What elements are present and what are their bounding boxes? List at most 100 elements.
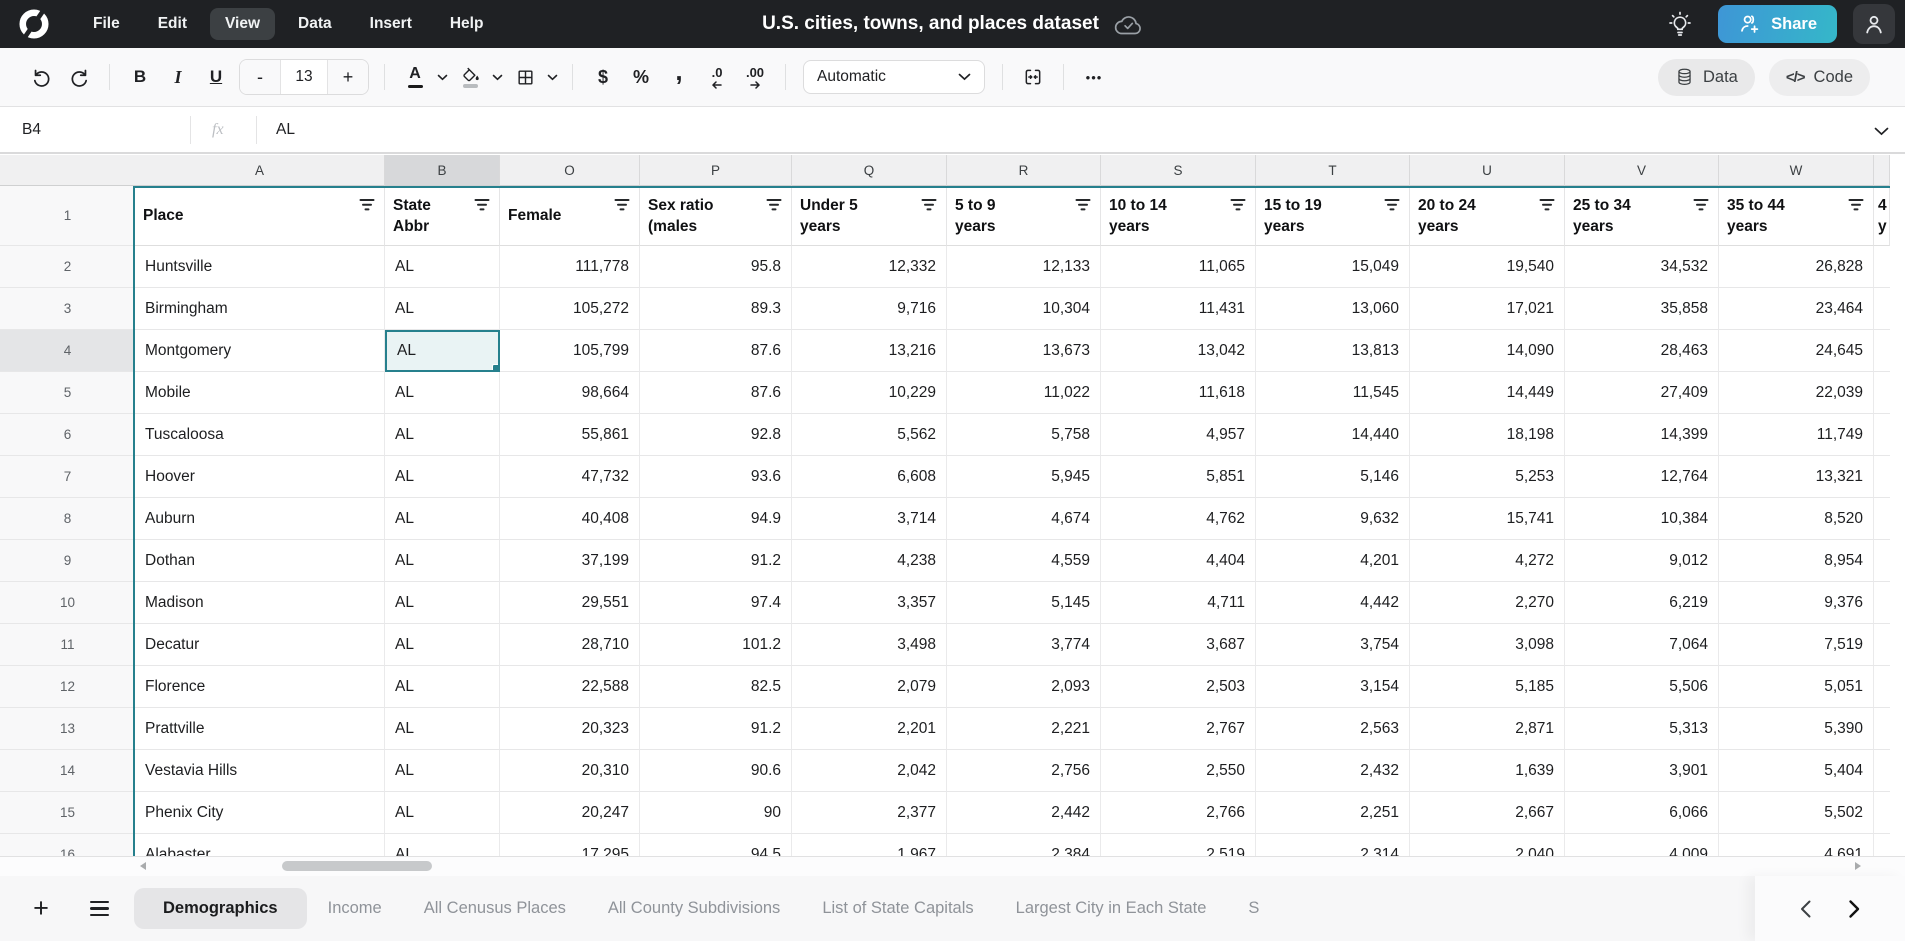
row-number-8[interactable]: 8 bbox=[0, 498, 135, 540]
cell[interactable]: 2,503 bbox=[1101, 666, 1256, 708]
cell[interactable]: 47,732 bbox=[500, 456, 640, 498]
cell[interactable]: 14,440 bbox=[1256, 414, 1410, 456]
column-header-sex-ratio[interactable]: Sex ratio(males bbox=[640, 188, 792, 246]
column-header-place[interactable]: Place bbox=[135, 188, 385, 246]
cell[interactable]: 9,012 bbox=[1565, 540, 1719, 582]
cell[interactable]: Montgomery bbox=[135, 330, 385, 372]
cell[interactable]: Madison bbox=[135, 582, 385, 624]
cell[interactable]: AL bbox=[385, 582, 500, 624]
cell[interactable]: 24,645 bbox=[1719, 330, 1874, 372]
cell[interactable]: 20,247 bbox=[500, 792, 640, 834]
font-size-value[interactable]: 13 bbox=[280, 60, 328, 94]
tabs-scroll-right-icon[interactable] bbox=[1848, 899, 1861, 919]
menu-item-insert[interactable]: Insert bbox=[355, 8, 427, 40]
cell[interactable]: 11,618 bbox=[1101, 372, 1256, 414]
cell[interactable]: 3,154 bbox=[1256, 666, 1410, 708]
horizontal-scrollbar[interactable] bbox=[0, 856, 1905, 876]
menu-item-data[interactable]: Data bbox=[283, 8, 347, 40]
sheet-tab-s[interactable]: S bbox=[1227, 888, 1280, 929]
cell[interactable]: 105,799 bbox=[500, 330, 640, 372]
sheet-tab-largest-city-in-each-state[interactable]: Largest City in Each State bbox=[995, 888, 1228, 929]
cell[interactable]: 20,310 bbox=[500, 750, 640, 792]
increase-decimal-button[interactable]: .00 bbox=[736, 59, 774, 95]
cell[interactable]: 97.4 bbox=[640, 582, 792, 624]
cell[interactable]: 5,506 bbox=[1565, 666, 1719, 708]
filter-icon[interactable] bbox=[1848, 197, 1864, 217]
row-number-7[interactable]: 7 bbox=[0, 456, 135, 498]
cell[interactable]: 9,376 bbox=[1719, 582, 1874, 624]
row-number-16[interactable]: 16 bbox=[0, 834, 135, 856]
cell[interactable]: 10,384 bbox=[1565, 498, 1719, 540]
cell[interactable]: 1,967 bbox=[792, 834, 947, 856]
cell[interactable]: Decatur bbox=[135, 624, 385, 666]
cell[interactable]: 40,408 bbox=[500, 498, 640, 540]
cell[interactable]: 23,464 bbox=[1719, 288, 1874, 330]
cell[interactable]: 89.3 bbox=[640, 288, 792, 330]
sheet-tab-all-cenusus-places[interactable]: All Cenusus Places bbox=[403, 888, 587, 929]
cell[interactable]: AL bbox=[385, 540, 500, 582]
decrease-decimal-button[interactable]: .0 bbox=[698, 59, 736, 95]
column-header-35-to-44[interactable]: 35 to 44years bbox=[1719, 188, 1874, 246]
cell[interactable]: 3,687 bbox=[1101, 624, 1256, 666]
share-button[interactable]: Share bbox=[1718, 5, 1837, 43]
cell[interactable]: 2,871 bbox=[1410, 708, 1565, 750]
comma-format-button[interactable]: , bbox=[660, 59, 698, 95]
cell[interactable]: 28,463 bbox=[1565, 330, 1719, 372]
cell[interactable]: AL bbox=[385, 372, 500, 414]
cell[interactable]: 4,404 bbox=[1101, 540, 1256, 582]
cell[interactable]: 5,851 bbox=[1101, 456, 1256, 498]
filter-icon[interactable] bbox=[1384, 197, 1400, 217]
filter-icon[interactable] bbox=[1075, 197, 1091, 217]
sheet-tab-list-of-state-capitals[interactable]: List of State Capitals bbox=[801, 888, 994, 929]
cell[interactable]: 2,756 bbox=[947, 750, 1101, 792]
cell[interactable]: AL bbox=[385, 666, 500, 708]
row-number-9[interactable]: 9 bbox=[0, 540, 135, 582]
cell[interactable]: 5,145 bbox=[947, 582, 1101, 624]
cell[interactable]: 5,313 bbox=[1565, 708, 1719, 750]
row-number-10[interactable]: 10 bbox=[0, 582, 135, 624]
cell[interactable]: 5,051 bbox=[1719, 666, 1874, 708]
cell[interactable]: 15,741 bbox=[1410, 498, 1565, 540]
cell[interactable]: 15,049 bbox=[1256, 246, 1410, 288]
cell[interactable]: 4,559 bbox=[947, 540, 1101, 582]
cell[interactable]: Hoover bbox=[135, 456, 385, 498]
row-number-4[interactable]: 4 bbox=[0, 330, 135, 372]
cell[interactable]: Prattville bbox=[135, 708, 385, 750]
cell[interactable]: 5,945 bbox=[947, 456, 1101, 498]
menu-item-view[interactable]: View bbox=[210, 8, 275, 40]
cell[interactable]: 4,009 bbox=[1565, 834, 1719, 856]
avatar-button[interactable] bbox=[1853, 4, 1895, 44]
column-header-15-to-19[interactable]: 15 to 19years bbox=[1256, 188, 1410, 246]
cell[interactable]: 95.8 bbox=[640, 246, 792, 288]
cell[interactable]: Tuscaloosa bbox=[135, 414, 385, 456]
cell[interactable]: 4,272 bbox=[1410, 540, 1565, 582]
cell[interactable]: 6,066 bbox=[1565, 792, 1719, 834]
borders-button[interactable] bbox=[506, 59, 544, 95]
cell[interactable]: Huntsville bbox=[135, 246, 385, 288]
column-header-female[interactable]: Female bbox=[500, 188, 640, 246]
sheet-tab-all-county-subdivisions[interactable]: All County Subdivisions bbox=[587, 888, 801, 929]
cell[interactable]: 5,390 bbox=[1719, 708, 1874, 750]
cell[interactable]: 4,762 bbox=[1101, 498, 1256, 540]
cell[interactable]: 2,201 bbox=[792, 708, 947, 750]
cell[interactable]: 37,199 bbox=[500, 540, 640, 582]
font-size-increase-button[interactable]: + bbox=[328, 60, 368, 94]
cell[interactable]: 2,377 bbox=[792, 792, 947, 834]
cell[interactable]: 2,519 bbox=[1101, 834, 1256, 856]
cell[interactable]: 3,357 bbox=[792, 582, 947, 624]
cell[interactable]: 2,384 bbox=[947, 834, 1101, 856]
cell[interactable]: 13,042 bbox=[1101, 330, 1256, 372]
cell[interactable]: 10,229 bbox=[792, 372, 947, 414]
cell[interactable]: AL bbox=[385, 498, 500, 540]
cell[interactable]: 35,858 bbox=[1565, 288, 1719, 330]
cell[interactable]: 87.6 bbox=[640, 330, 792, 372]
column-letter-A[interactable]: A bbox=[135, 155, 385, 186]
cell[interactable]: AL bbox=[385, 708, 500, 750]
cell[interactable]: 2,270 bbox=[1410, 582, 1565, 624]
horizontal-scrollbar-thumb[interactable] bbox=[282, 861, 432, 871]
code-panel-button[interactable]: </> Code bbox=[1769, 59, 1870, 96]
cell[interactable]: Dothan bbox=[135, 540, 385, 582]
menu-item-help[interactable]: Help bbox=[435, 8, 499, 40]
filter-icon[interactable] bbox=[1539, 197, 1555, 217]
cell[interactable]: 2,766 bbox=[1101, 792, 1256, 834]
